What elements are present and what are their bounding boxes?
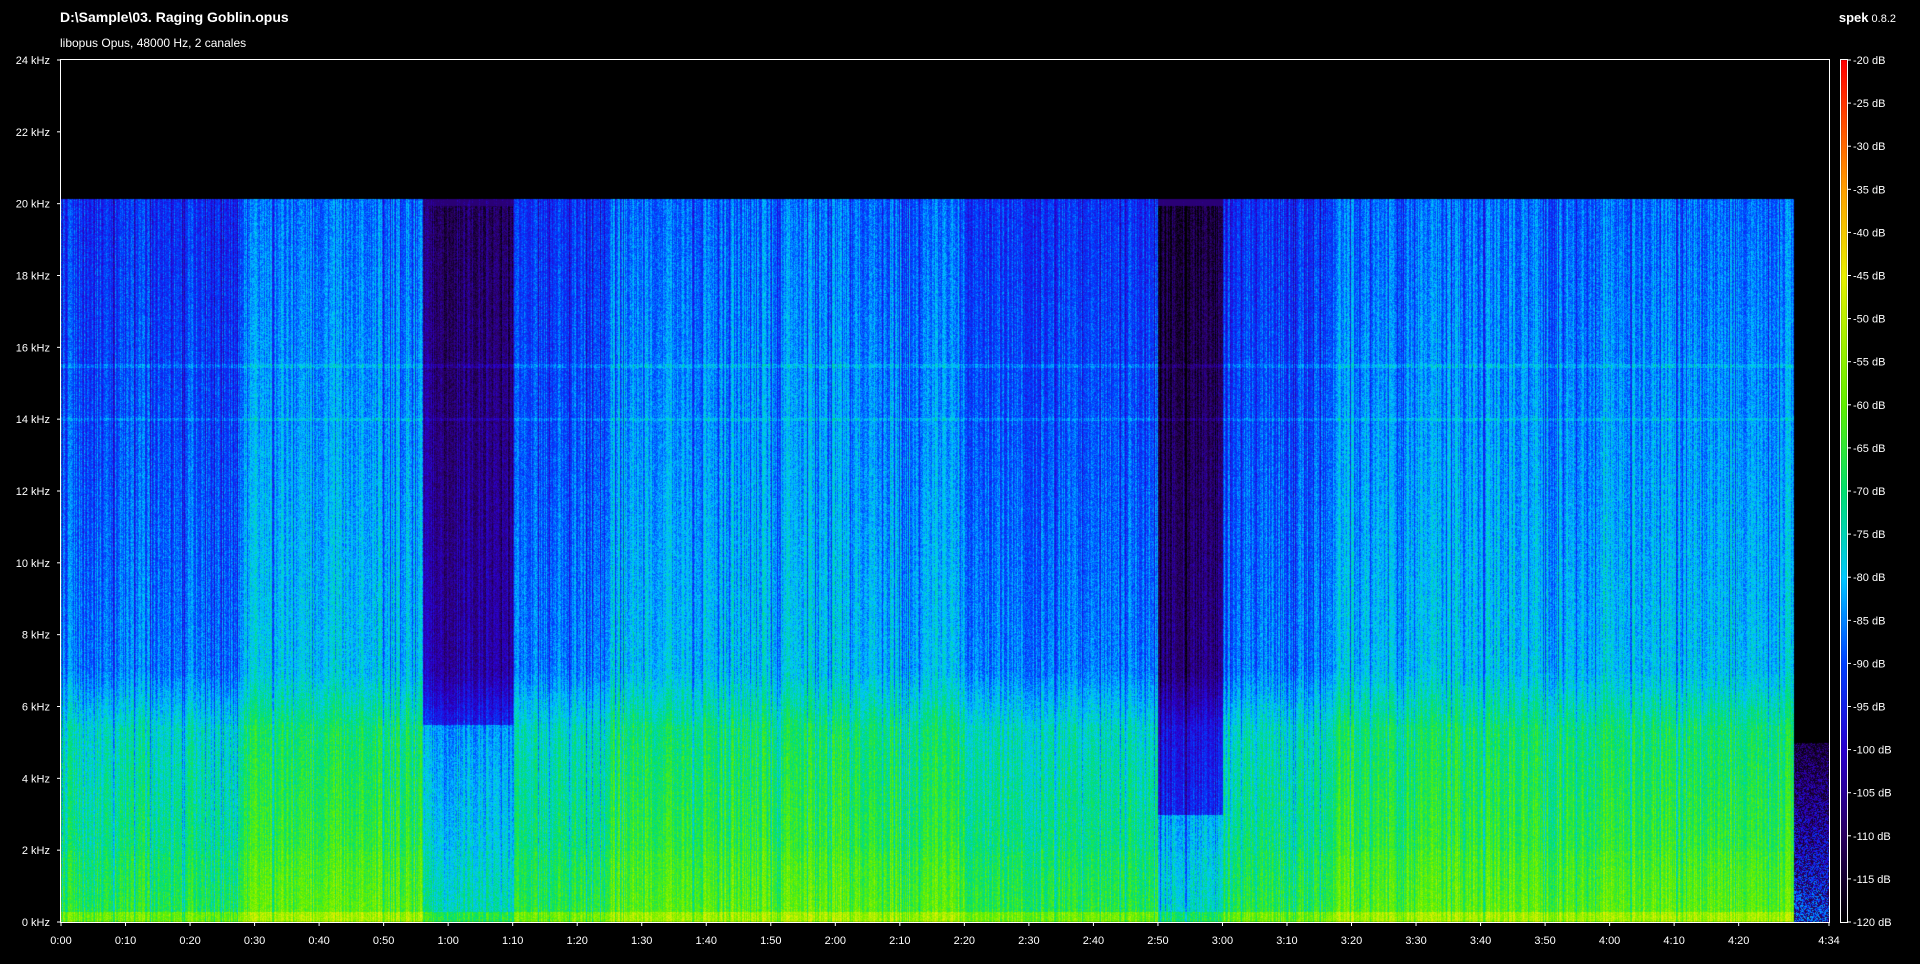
y-tick-label: 2 kHz — [22, 845, 50, 857]
x-tick-label: 4:00 — [1599, 935, 1620, 947]
colorbar-tick-label: -50 dB — [1853, 314, 1885, 326]
colorbar-tick-label: -65 dB — [1853, 443, 1885, 455]
colorbar-tick-label: -115 dB — [1853, 874, 1891, 886]
x-tick-label: 3:50 — [1534, 935, 1555, 947]
x-tick-label: 3:10 — [1276, 935, 1297, 947]
colorbar-frame — [1840, 59, 1848, 923]
x-tick-label: 1:50 — [760, 935, 781, 947]
y-tick-label: 12 kHz — [16, 486, 50, 498]
y-tick-label: 18 kHz — [16, 271, 50, 283]
colorbar-tick-label: -25 dB — [1853, 98, 1885, 110]
y-tick-label: 20 kHz — [16, 199, 50, 211]
y-tick-label: 10 kHz — [16, 558, 50, 570]
x-tick-label: 1:20 — [566, 935, 587, 947]
colorbar-axis: -20 dB -25 dB -30 dB -35 dB -40 dB -45 dB -50 … — [1847, 55, 1892, 929]
x-tick-label: 4:20 — [1728, 935, 1749, 947]
y-tick-label: 8 kHz — [22, 630, 50, 642]
y-tick-label: 16 kHz — [16, 342, 50, 354]
x-tick-label: 3:20 — [1341, 935, 1362, 947]
y-tick-label: 14 kHz — [16, 414, 50, 426]
colorbar-tick-label: -70 dB — [1853, 486, 1885, 498]
x-tick-label: 2:40 — [1083, 935, 1104, 947]
colorbar-tick-label: -30 dB — [1853, 141, 1885, 153]
x-tick-label: 2:10 — [889, 935, 910, 947]
x-tick-label: 2:00 — [825, 935, 846, 947]
x-tick-label: 2:50 — [1147, 935, 1168, 947]
x-tick-label: 0:00 — [50, 935, 71, 947]
x-tick-label: 2:30 — [1018, 935, 1039, 947]
x-tick-label: 0:30 — [244, 935, 265, 947]
colorbar-tick-label: -85 dB — [1853, 615, 1885, 627]
colorbar-tick-label: -110 dB — [1853, 831, 1891, 843]
colorbar-tick-label: -90 dB — [1853, 658, 1885, 670]
x-tick-label: 1:00 — [437, 935, 458, 947]
x-tick-label: 0:10 — [115, 935, 136, 947]
app-version: 0.8.2 — [1871, 13, 1896, 25]
colorbar-tick-label: -100 dB — [1853, 745, 1892, 757]
stream-info: libopus Opus, 48000 Hz, 2 canales — [60, 36, 247, 50]
y-tick-label: 6 kHz — [22, 702, 50, 714]
x-tick-label: 3:00 — [1212, 935, 1233, 947]
x-tick-label: 1:30 — [631, 935, 652, 947]
chart-svg: 0:00 0:10 0:20 0:30 0:40 0:50 1:00 1:10 1:20 1:30… — [16, 55, 1892, 947]
colorbar-tick-label: -35 dB — [1853, 184, 1885, 196]
x-tick-label: 1:40 — [696, 935, 717, 947]
colorbar-tick-label: -20 dB — [1853, 55, 1885, 67]
x-tick-label: 0:20 — [179, 935, 200, 947]
colorbar-tick-label: -60 dB — [1853, 400, 1885, 412]
x-tick-label: 3:30 — [1405, 935, 1426, 947]
x-axis: 0:00 0:10 0:20 0:30 0:40 0:50 1:00 1:10 1:20 1:30… — [50, 922, 1840, 947]
colorbar-tick-label: -95 dB — [1853, 702, 1885, 714]
y-tick-label: 22 kHz — [16, 127, 50, 139]
y-tick-label: 24 kHz — [16, 55, 50, 67]
colorbar-tick-label: -55 dB — [1853, 357, 1885, 369]
y-tick-label: 4 kHz — [22, 773, 50, 785]
x-tick-label: 4:34 — [1818, 935, 1839, 947]
x-tick-label: 2:20 — [954, 935, 975, 947]
colorbar-tick-label: -45 dB — [1853, 271, 1885, 283]
app-name: spek — [1838, 10, 1869, 25]
x-tick-label: 0:50 — [373, 935, 394, 947]
colorbar-tick-label: -105 dB — [1853, 788, 1892, 800]
x-tick-label: 4:10 — [1663, 935, 1684, 947]
file-title: D:\Sample\03. Raging Goblin.opus — [60, 9, 289, 25]
colorbar-tick-label: -40 dB — [1853, 227, 1885, 239]
y-axis: 0 kHz 2 kHz 4 kHz 6 kHz 8 kHz 10 kHz 12 kHz 14 … — [16, 55, 61, 929]
plot-frame — [60, 59, 1830, 923]
y-tick-label: 0 kHz — [22, 917, 50, 929]
app-brand: spek 0.8.2 — [1839, 10, 1896, 25]
x-tick-label: 1:10 — [502, 935, 523, 947]
x-tick-label: 0:40 — [308, 935, 329, 947]
x-tick-label: 3:40 — [1470, 935, 1491, 947]
colorbar-tick-label: -80 dB — [1853, 572, 1885, 584]
colorbar-tick-label: -75 dB — [1853, 529, 1885, 541]
colorbar-tick-label: -120 dB — [1853, 917, 1892, 929]
